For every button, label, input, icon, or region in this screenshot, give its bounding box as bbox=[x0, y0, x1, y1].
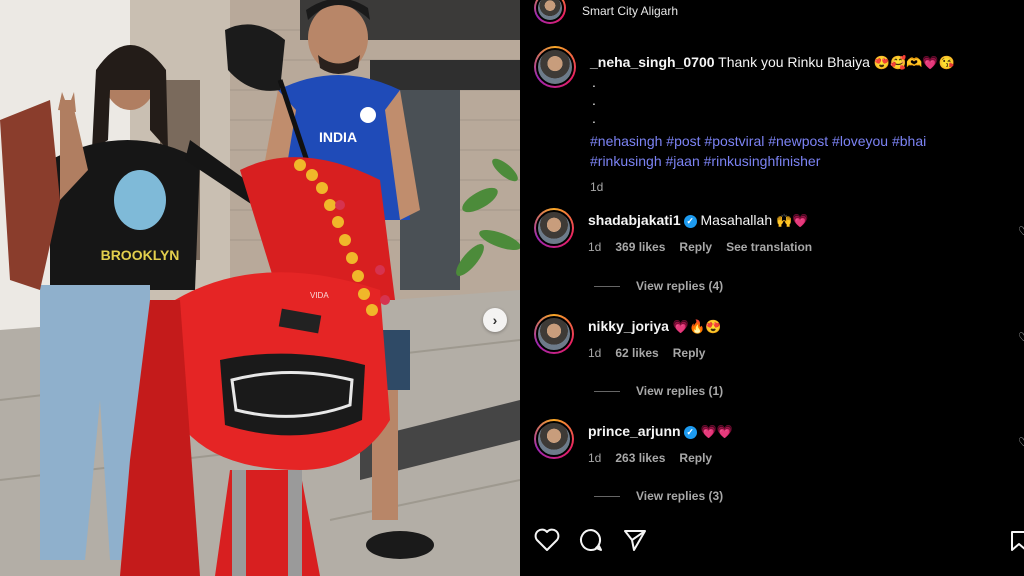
author-avatar[interactable] bbox=[534, 0, 566, 24]
caption-emojis: 😍🥰🫶💗😘 bbox=[873, 55, 955, 70]
caption-dot: . bbox=[592, 110, 596, 126]
reply-button[interactable]: Reply bbox=[679, 237, 712, 257]
comment-age: 1d bbox=[588, 240, 602, 254]
comment-likes[interactable]: 263 likes bbox=[615, 448, 665, 468]
view-replies-label: View replies (1) bbox=[636, 384, 724, 398]
photo-illustration: INDIA BROOKLYN VIDA bbox=[0, 0, 520, 576]
reply-button[interactable]: Reply bbox=[679, 448, 712, 468]
comment-emojis: 🙌💗 bbox=[776, 213, 809, 228]
comment-item: prince_arjunn ✓ 💗💗 1d 263 likes Reply ♡ bbox=[534, 419, 1024, 468]
post-actions bbox=[534, 528, 648, 552]
comment-icon[interactable] bbox=[578, 528, 604, 552]
comment-item: shadabjakati1 ✓ Masahallah 🙌💗 1d 369 like… bbox=[534, 208, 1024, 257]
caption-avatar[interactable] bbox=[534, 46, 576, 88]
view-replies-button[interactable]: View replies (1) bbox=[594, 384, 723, 398]
comment-age: 1d bbox=[588, 451, 602, 465]
caption-text: Thank you Rinku Bhaiya bbox=[718, 54, 870, 70]
comment-likes[interactable]: 62 likes bbox=[615, 343, 658, 363]
commenter-avatar[interactable] bbox=[534, 419, 574, 459]
comment-username[interactable]: shadabjakati1 bbox=[588, 212, 681, 228]
comment-text: Masahallah bbox=[700, 212, 773, 228]
scooter-brand: VIDA bbox=[310, 291, 329, 300]
like-comment-icon[interactable]: ♡ bbox=[1018, 435, 1024, 449]
jersey-text: INDIA bbox=[319, 129, 357, 145]
post-header: Smart City Aligarh bbox=[534, 0, 678, 24]
like-comment-icon[interactable]: ♡ bbox=[1018, 330, 1024, 344]
like-comment-icon[interactable]: ♡ bbox=[1018, 224, 1024, 238]
comment-age: 1d bbox=[588, 346, 602, 360]
comment-username[interactable]: nikky_joriya bbox=[588, 318, 669, 334]
next-arrow-icon[interactable]: › bbox=[483, 308, 507, 332]
commenter-avatar[interactable] bbox=[534, 314, 574, 354]
comment-likes[interactable]: 369 likes bbox=[615, 237, 665, 257]
comment-item: nikky_joriya 💗🔥😍 1d 62 likes Reply ♡ bbox=[534, 314, 1024, 363]
heart-icon[interactable] bbox=[534, 528, 560, 552]
caption-hashtags[interactable]: #nehasingh #post #postviral #newpost #lo… bbox=[590, 131, 990, 171]
post-photo: INDIA BROOKLYN VIDA › bbox=[0, 0, 520, 576]
caption-dot: . bbox=[592, 74, 596, 90]
verified-badge-icon: ✓ bbox=[683, 426, 697, 439]
caption-dot: . bbox=[592, 92, 596, 108]
bookmark-icon[interactable] bbox=[1010, 530, 1024, 557]
reply-button[interactable]: Reply bbox=[673, 343, 706, 363]
view-replies-label: View replies (3) bbox=[636, 489, 724, 503]
comment-emojis: 💗🔥😍 bbox=[672, 319, 722, 334]
commenter-avatar[interactable] bbox=[534, 208, 574, 248]
post-location[interactable]: Smart City Aligarh bbox=[582, 4, 678, 18]
shirt-text: BROOKLYN bbox=[101, 247, 180, 263]
comment-emojis: 💗💗 bbox=[700, 424, 733, 439]
view-replies-button[interactable]: View replies (4) bbox=[594, 279, 723, 293]
verified-badge-icon: ✓ bbox=[683, 215, 697, 228]
view-replies-button[interactable]: View replies (3) bbox=[594, 489, 723, 503]
post-caption: _neha_singh_0700 Thank you Rinku Bhaiya … bbox=[534, 46, 1004, 197]
share-icon[interactable] bbox=[622, 528, 648, 552]
caption-age: 1d bbox=[590, 180, 604, 194]
see-translation-button[interactable]: See translation bbox=[726, 237, 812, 257]
comment-username[interactable]: prince_arjunn bbox=[588, 423, 681, 439]
caption-username[interactable]: _neha_singh_0700 bbox=[590, 54, 715, 70]
comments-panel: Smart City Aligarh _neha_singh_0700 Than… bbox=[520, 0, 1024, 576]
view-replies-label: View replies (4) bbox=[636, 279, 724, 293]
